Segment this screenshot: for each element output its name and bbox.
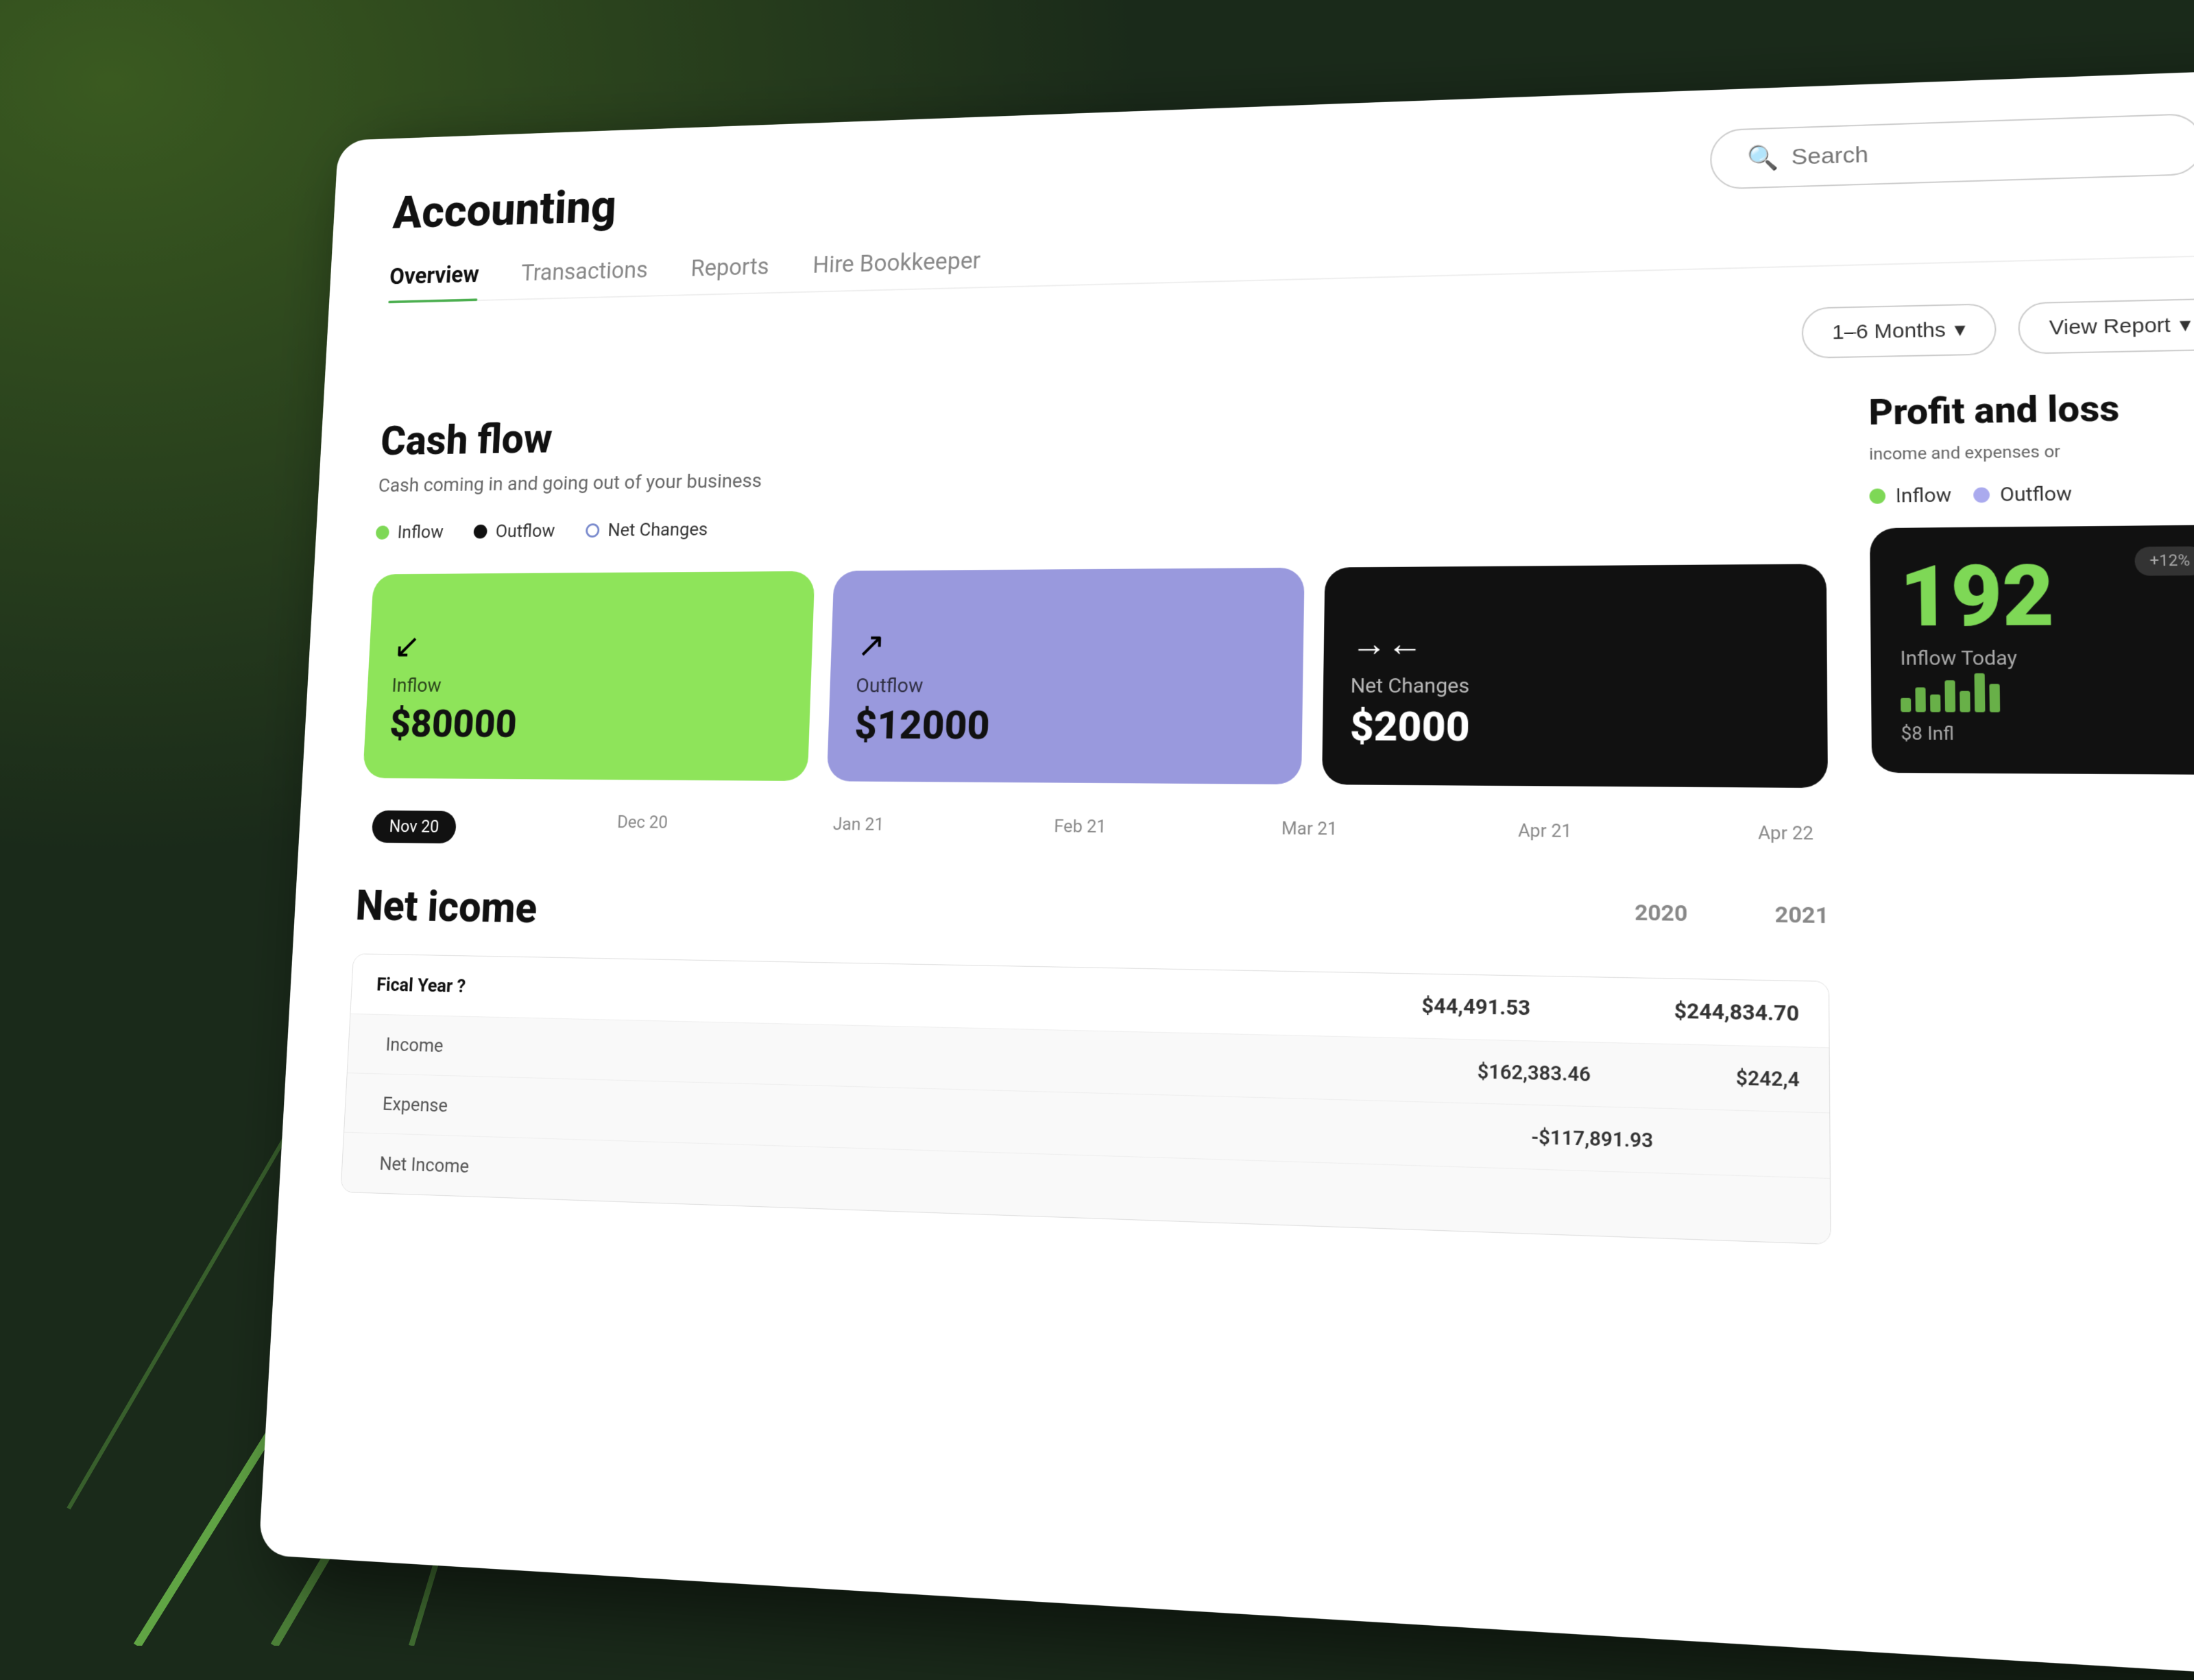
percent-badge: +12%	[2134, 547, 2194, 576]
legend-outflow-label: Outflow	[495, 520, 555, 541]
inflow-card: ↙ Inflow $80000	[363, 571, 815, 781]
outflow-card-value: $12000	[854, 701, 1275, 750]
outflow-dot	[473, 525, 487, 539]
bar-5	[1960, 691, 1970, 712]
legend-inflow-label: Inflow	[397, 521, 444, 542]
net-income-section: Net icome 2020 2021 Fical Year ? $44,491…	[340, 881, 1831, 1245]
cashflow-legend: Inflow Outflow Net Changes	[375, 507, 1826, 543]
profit-inflow-dot	[1869, 488, 1885, 503]
year-2020-label: 2020	[1635, 899, 1687, 964]
fiscal-year-label: Fical Year ?	[376, 974, 466, 997]
profit-loss-subtitle: income and expenses or	[1869, 440, 2194, 464]
net-changes-label: Net Changes	[1350, 674, 1798, 699]
inflow-arrow-icon: ↙	[393, 625, 788, 666]
profit-outflow-dot	[1973, 487, 1990, 503]
cashflow-title: Cash flow	[380, 392, 1826, 465]
flow-cards: ↙ Inflow $80000 ↗ Outflow $12000 →← Net …	[363, 564, 1828, 788]
period-label: 1–6 Months	[1832, 318, 1946, 344]
legend-net-changes-label: Net Changes	[607, 518, 708, 540]
fiscal-2020-value: $44,491.53	[1421, 994, 1530, 1020]
outflow-card-label: Outflow	[856, 674, 1275, 698]
search-icon: 🔍	[1747, 143, 1779, 172]
income-2020-value: $162,383.46	[1478, 1060, 1591, 1086]
filters-row: 1–6 Months ▾ View Report ▾	[384, 298, 2194, 387]
net-income-table: Fical Year ? $44,491.53 $244,834.70 Inco…	[340, 953, 1831, 1245]
outflow-arrow-icon: ↗	[856, 623, 1276, 665]
mini-bar-chart	[1901, 670, 2194, 713]
net-changes-dot	[586, 523, 600, 538]
period-filter-button[interactable]: 1–6 Months ▾	[1802, 303, 1997, 359]
timeline-jan21[interactable]: Jan 21	[832, 815, 884, 848]
cashflow-section: Cash flow Cash coming in and going out o…	[340, 392, 1831, 1245]
income-label: Income	[385, 1033, 444, 1057]
view-report-chevron-icon: ▾	[2179, 313, 2191, 337]
view-report-label: View Report	[2049, 313, 2171, 339]
fiscal-2021-value: $244,834.70	[1674, 999, 1799, 1027]
search-input[interactable]	[1792, 132, 2165, 170]
profit-loss-section: Profit and loss income and expenses or I…	[1868, 385, 2194, 1259]
income-2021-value: $242,4	[1736, 1066, 1800, 1092]
legend-inflow: Inflow	[375, 521, 444, 542]
profit-inflow-label: Inflow	[1896, 483, 1952, 507]
timeline-feb21[interactable]: Feb 21	[1054, 817, 1107, 851]
year-2021-label: 2021	[1775, 901, 1829, 967]
legend-outflow: Outflow	[473, 520, 555, 542]
expense-2020-value: -$117,891.93	[1531, 1125, 1653, 1153]
bar-3	[1930, 695, 1940, 712]
tab-hire-bookkeeper[interactable]: Hire Bookkeeper	[812, 247, 980, 291]
timeline-mar21[interactable]: Mar 21	[1281, 819, 1338, 854]
inflow-card-value: $80000	[389, 701, 785, 748]
bar-7	[1989, 684, 2000, 712]
expense-label: Expense	[382, 1093, 448, 1117]
inflow-today-label: Inflow Today	[1900, 646, 2194, 670]
inflow-card-label: Inflow	[391, 674, 786, 697]
view-report-button[interactable]: View Report ▾	[2018, 298, 2194, 355]
content-grid: Cash flow Cash coming in and going out o…	[340, 385, 2194, 1259]
tab-reports[interactable]: Reports	[690, 253, 769, 294]
net-changes-value: $2000	[1350, 702, 1799, 753]
bar-2	[1915, 687, 1925, 712]
bar-1	[1901, 698, 1911, 712]
net-changes-icon: →←	[1351, 622, 1798, 665]
timeline: Nov 20 Dec 20 Jan 21 Feb 21 Mar 21 Apr 2…	[359, 811, 1829, 859]
net-income-label: Net Income	[379, 1152, 470, 1177]
tab-overview[interactable]: Overview	[388, 261, 479, 302]
bar-4	[1944, 680, 1955, 712]
profit-legend: Inflow Outflow	[1869, 480, 2194, 507]
tab-transactions[interactable]: Transactions	[520, 256, 648, 298]
timeline-dec20[interactable]: Dec 20	[616, 813, 668, 846]
timeline-apr22[interactable]: Apr 22	[1758, 823, 1813, 859]
period-chevron-icon: ▾	[1954, 317, 1965, 341]
timeline-apr21[interactable]: Apr 21	[1518, 821, 1572, 856]
inflow-sub-value: $8 Infl	[1901, 723, 2194, 746]
profit-legend-inflow: Inflow	[1869, 483, 1951, 507]
bar-6	[1975, 673, 1986, 712]
inflow-today-card: +12% 192 Inflow Today $8 Infl	[1870, 525, 2194, 775]
profit-outflow-label: Outflow	[2000, 482, 2072, 506]
inflow-dot	[376, 525, 389, 539]
net-changes-card: →← Net Changes $2000	[1322, 564, 1828, 788]
profit-loss-title: Profit and loss	[1868, 385, 2194, 433]
net-income-header: Net icome 2020 2021	[354, 881, 1829, 967]
profit-legend-outflow: Outflow	[1973, 482, 2072, 506]
net-income-title: Net icome	[354, 881, 538, 933]
main-card: 🔍 Accounting Overview Transactions Repor…	[258, 69, 2194, 1680]
legend-net-changes: Net Changes	[586, 518, 708, 541]
timeline-nov20[interactable]: Nov 20	[372, 811, 457, 843]
outflow-card: ↗ Outflow $12000	[827, 568, 1304, 784]
